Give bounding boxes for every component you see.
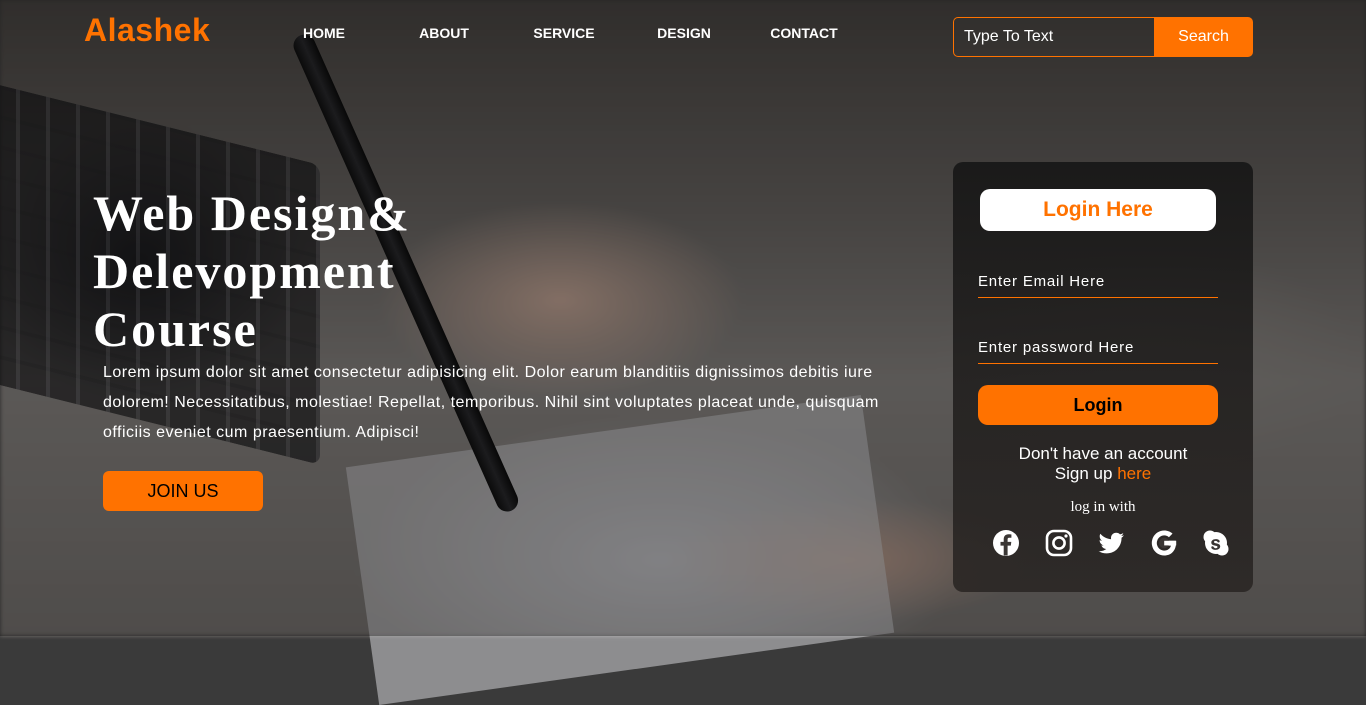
login-button[interactable]: Login: [978, 385, 1218, 425]
hero-title: Web Design& Delevopment Course: [93, 185, 411, 357]
nav-contact[interactable]: CONTACT: [744, 24, 864, 42]
nav-about[interactable]: ABOUT: [384, 24, 504, 42]
signup-link[interactable]: here: [1117, 464, 1151, 483]
twitter-icon[interactable]: [1096, 528, 1126, 558]
google-icon[interactable]: [1149, 528, 1179, 558]
nav-service[interactable]: SERVICE: [504, 24, 624, 42]
instagram-icon[interactable]: [1044, 528, 1074, 558]
skype-icon[interactable]: [1201, 528, 1231, 558]
search-input[interactable]: [953, 17, 1154, 57]
signup-prefix: Sign up: [1054, 464, 1113, 483]
search-button[interactable]: Search: [1154, 17, 1253, 57]
hero-description: Lorem ipsum dolor sit amet consectetur a…: [103, 364, 879, 441]
join-us-button[interactable]: JOIN US: [103, 471, 263, 511]
password-field[interactable]: [978, 332, 1218, 364]
main-nav: HOME ABOUT SERVICE DESIGN CONTACT: [264, 24, 864, 42]
nav-home[interactable]: HOME: [264, 24, 384, 42]
login-with-label: log in with: [1070, 499, 1136, 515]
facebook-icon[interactable]: [991, 528, 1021, 558]
search-bar: Search: [953, 17, 1253, 57]
signup-prompt: Don't have an account Sign up here: [953, 444, 1253, 484]
login-heading: Login Here: [980, 189, 1216, 231]
login-card: Login Here Login Don't have an account S…: [953, 162, 1253, 592]
nav-design[interactable]: DESIGN: [624, 24, 744, 42]
signup-line-1: Don't have an account: [1018, 444, 1188, 463]
logo: Alashek: [84, 12, 211, 48]
email-field[interactable]: [978, 266, 1218, 298]
social-login-icons: [991, 528, 1231, 558]
